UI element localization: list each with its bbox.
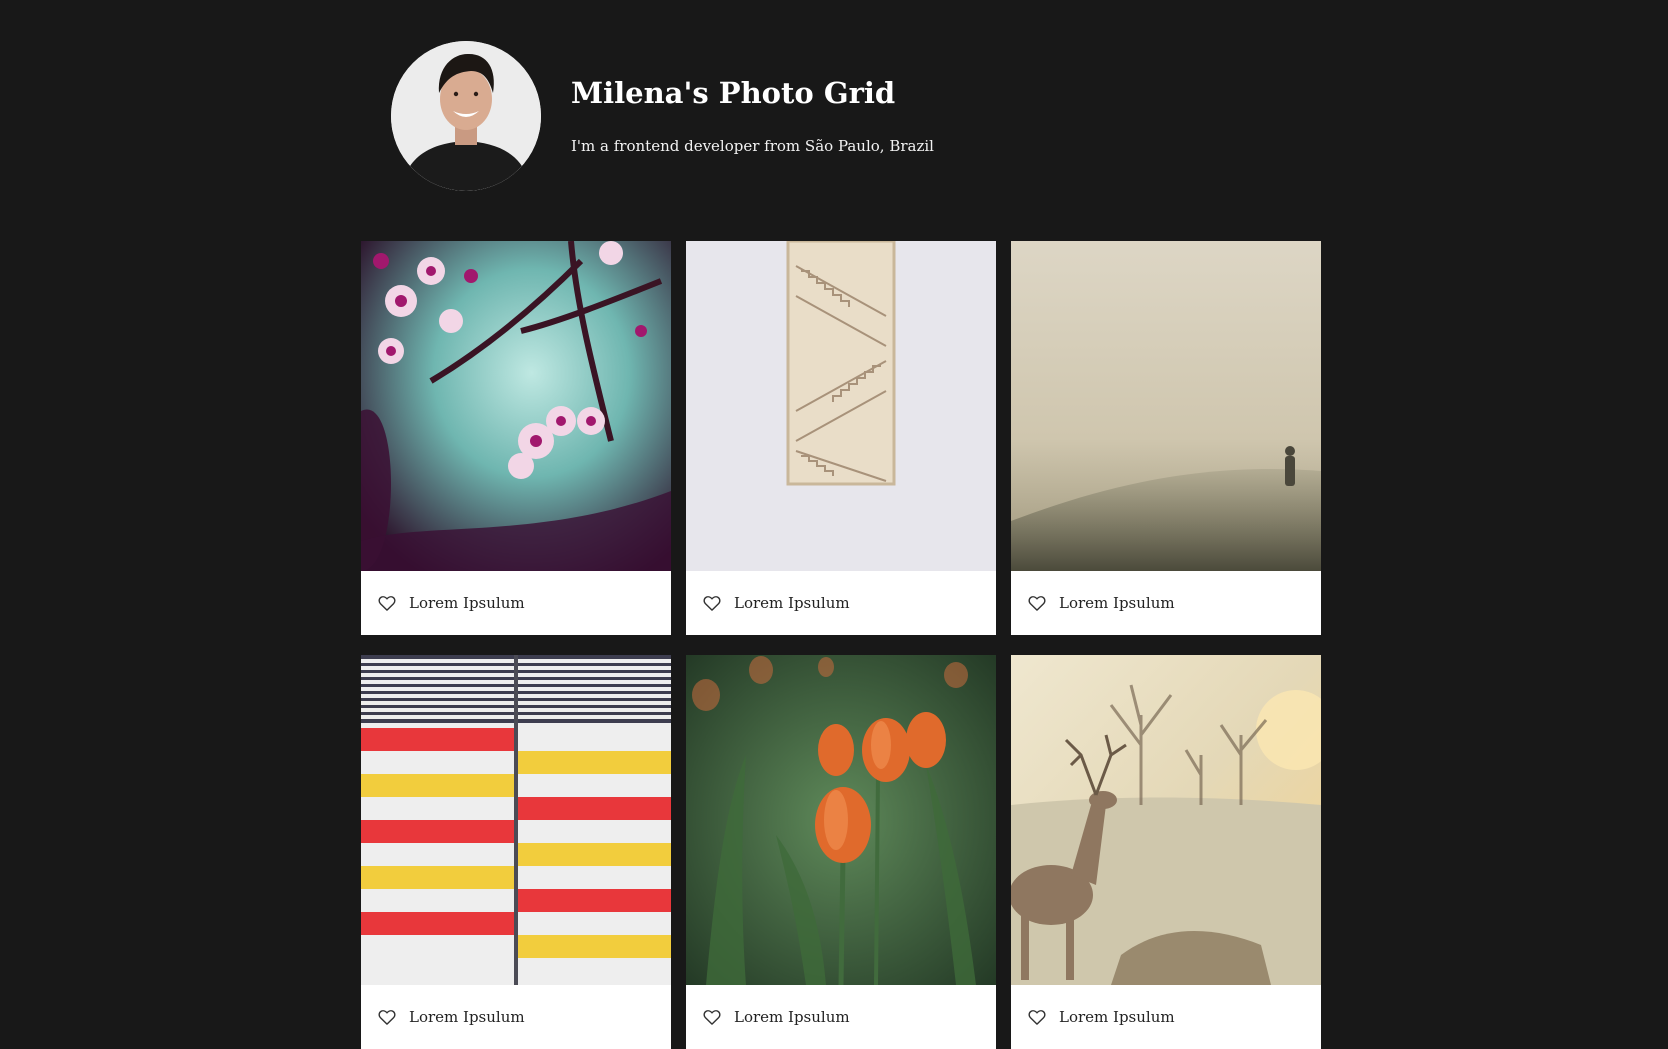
photo-caption-text: Lorem Ipsulum	[734, 1008, 850, 1026]
photo-card[interactable]: Lorem Ipsulum	[361, 241, 671, 635]
photo-caption-text: Lorem Ipsulum	[1059, 1008, 1175, 1026]
profile-header: Milena's Photo Grid I'm a frontend devel…	[391, 41, 1091, 191]
photo-grid: Lorem Ipsulum Lorem Ipsulum Lorem Ipsulu…	[361, 241, 1321, 1049]
photo-cherry-blossoms[interactable]	[361, 241, 671, 571]
heart-outline-icon[interactable]	[1027, 1007, 1047, 1027]
photo-caption-text: Lorem Ipsulum	[409, 1008, 525, 1026]
photo-tulips[interactable]	[686, 655, 996, 985]
heart-outline-icon[interactable]	[377, 1007, 397, 1027]
photo-caption: Lorem Ipsulum	[1011, 571, 1321, 635]
photo-caption: Lorem Ipsulum	[361, 985, 671, 1049]
photo-foggy-hill[interactable]	[1011, 241, 1321, 571]
photo-caption: Lorem Ipsulum	[1011, 985, 1321, 1049]
page-title: Milena's Photo Grid	[571, 76, 896, 110]
photo-caption: Lorem Ipsulum	[361, 571, 671, 635]
photo-staircase[interactable]	[686, 241, 996, 571]
photo-card[interactable]: Lorem Ipsulum	[686, 655, 996, 1049]
photo-striped-facade[interactable]	[361, 655, 671, 985]
heart-outline-icon[interactable]	[377, 593, 397, 613]
photo-caption-text: Lorem Ipsulum	[409, 594, 525, 612]
photo-caption-text: Lorem Ipsulum	[1059, 594, 1175, 612]
avatar	[391, 41, 541, 191]
photo-caption: Lorem Ipsulum	[686, 985, 996, 1049]
heart-outline-icon[interactable]	[702, 593, 722, 613]
heart-outline-icon[interactable]	[1027, 593, 1047, 613]
photo-card[interactable]: Lorem Ipsulum	[1011, 241, 1321, 635]
photo-card[interactable]: Lorem Ipsulum	[1011, 655, 1321, 1049]
photo-caption: Lorem Ipsulum	[686, 571, 996, 635]
photo-caption-text: Lorem Ipsulum	[734, 594, 850, 612]
heart-outline-icon[interactable]	[702, 1007, 722, 1027]
photo-card[interactable]: Lorem Ipsulum	[361, 655, 671, 1049]
profile-bio: I'm a frontend developer from São Paulo,…	[571, 137, 934, 155]
photo-card[interactable]: Lorem Ipsulum	[686, 241, 996, 635]
photo-deer[interactable]	[1011, 655, 1321, 985]
